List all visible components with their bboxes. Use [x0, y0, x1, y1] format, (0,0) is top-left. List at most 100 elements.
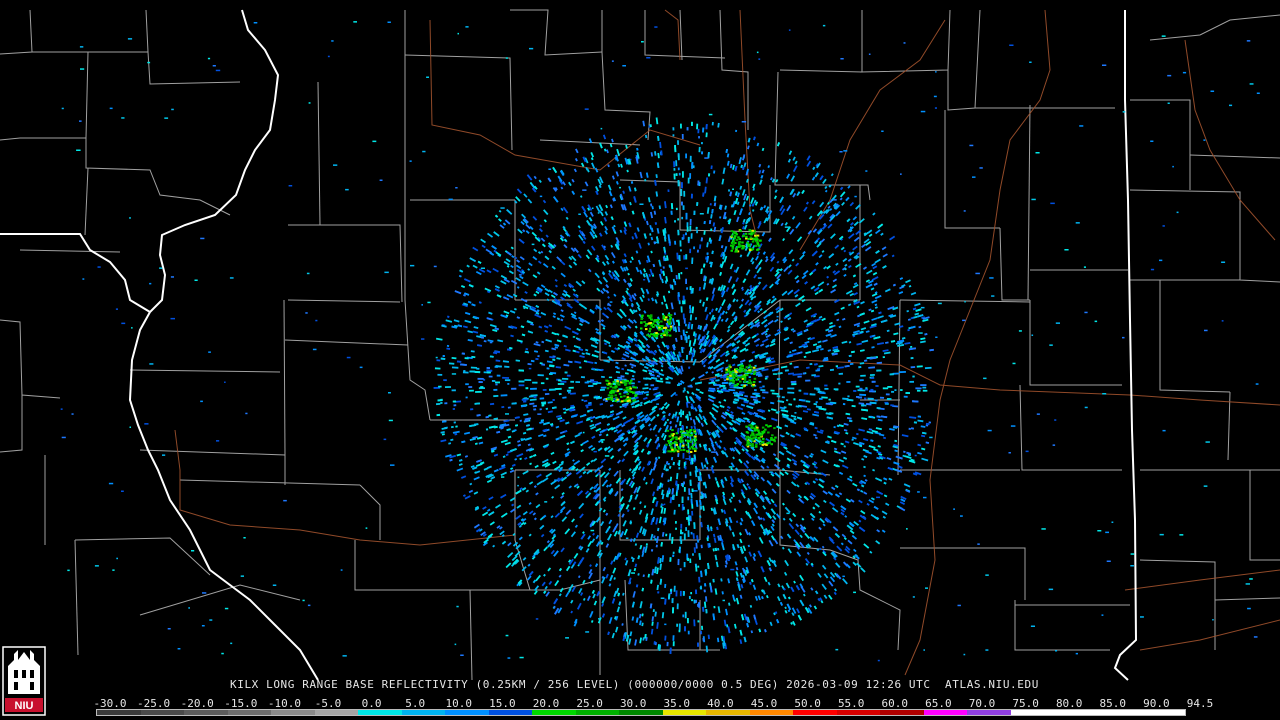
echo-speck	[564, 371, 568, 374]
echo-speck	[814, 502, 820, 508]
echo-speck	[723, 379, 727, 382]
echo-speck	[532, 274, 538, 279]
echo-speck	[819, 201, 825, 208]
echo-speck	[526, 575, 532, 581]
echo-speck	[555, 366, 562, 369]
echo-speck	[592, 532, 596, 536]
echo-speck	[660, 369, 664, 372]
echo-speck	[858, 499, 863, 504]
echo-speck	[703, 464, 707, 468]
echo-speck	[852, 561, 857, 566]
echo-speck	[908, 347, 916, 351]
echo-speck	[629, 363, 637, 368]
echo-speck	[792, 156, 796, 161]
echo-speck	[715, 481, 720, 488]
echo-speck	[735, 129, 738, 133]
echo-speck	[525, 230, 530, 234]
echo-speck	[780, 222, 784, 227]
echo-speck	[735, 567, 739, 571]
echo-speck	[767, 165, 771, 169]
echo-speck	[718, 401, 722, 404]
echo-speck	[540, 284, 546, 289]
echo-speck	[918, 325, 922, 329]
echo-speck	[507, 551, 514, 558]
echo-speck	[620, 163, 623, 168]
echo-speck	[449, 458, 453, 462]
echo-speck	[921, 431, 927, 435]
echo-speck	[761, 416, 767, 421]
echo-speck	[689, 314, 693, 321]
echo-speck	[787, 391, 795, 394]
echo-speck	[672, 551, 675, 554]
echo-speck	[693, 338, 697, 345]
echo-speck	[550, 515, 554, 519]
echo-speck	[814, 172, 819, 178]
echo-speck	[470, 350, 475, 353]
echo-speck	[670, 456, 674, 461]
echo-speck	[723, 399, 727, 402]
echo-speck	[553, 196, 559, 203]
echo-speck	[853, 292, 858, 296]
echo-speck	[566, 442, 570, 446]
echo-speck	[821, 545, 825, 549]
echo-speck	[601, 261, 607, 267]
echo-speck	[899, 370, 906, 374]
echo-speck	[838, 382, 841, 385]
echo-speck	[448, 442, 452, 445]
echo-speck	[603, 306, 607, 311]
echo-speck	[650, 236, 654, 241]
echo-speck	[685, 278, 688, 284]
echo-speck	[542, 389, 547, 391]
echo-speck	[599, 232, 603, 237]
echo-speck	[685, 232, 687, 236]
echo-speck	[529, 398, 537, 402]
echo-speck	[643, 391, 649, 394]
echo-speck	[889, 373, 894, 376]
echo-speck	[735, 391, 738, 394]
echo-speck	[802, 593, 806, 597]
echo-speck	[800, 459, 805, 464]
echo-speck	[813, 465, 818, 469]
echo-speck	[683, 190, 686, 197]
echo-speck	[652, 609, 655, 613]
echo-speck	[464, 319, 472, 324]
echo-speck	[553, 598, 559, 605]
echo-speck	[586, 406, 589, 409]
echo-speck	[637, 259, 642, 265]
echo-speck	[853, 390, 857, 392]
echo-speck	[440, 357, 446, 360]
echo-speck	[641, 552, 645, 557]
echo-speck	[482, 506, 487, 510]
echo-speck	[594, 421, 602, 427]
echo-speck	[524, 291, 528, 294]
echo-speck	[732, 164, 735, 170]
echo-speck	[641, 466, 646, 472]
echo-speck	[784, 559, 790, 567]
echo-speck	[685, 153, 688, 159]
echo-speck	[473, 491, 479, 495]
echo-speck	[611, 226, 616, 232]
echo-speck	[821, 564, 827, 570]
echo-speck	[702, 637, 705, 642]
echo-speck	[708, 447, 712, 452]
echo-speck	[600, 386, 607, 389]
echo-speck	[769, 266, 775, 272]
echo-speck	[791, 383, 797, 386]
echo-speck	[822, 178, 827, 185]
echo-speck	[732, 594, 736, 601]
echo-speck	[921, 457, 929, 462]
echo-speck	[537, 260, 542, 264]
echo-speck	[600, 323, 606, 328]
echo-speck	[657, 591, 660, 594]
echo-speck	[792, 349, 797, 353]
echo-speck	[671, 488, 675, 495]
echo-speck	[760, 175, 764, 179]
echo-speck	[675, 527, 678, 530]
echo-speck	[469, 257, 477, 263]
echo-speck	[579, 466, 586, 472]
echo-speck	[789, 351, 792, 354]
echo-speck	[598, 507, 603, 512]
echo-speck	[863, 455, 868, 458]
echo-speck	[474, 402, 480, 405]
echo-speck	[707, 562, 710, 569]
